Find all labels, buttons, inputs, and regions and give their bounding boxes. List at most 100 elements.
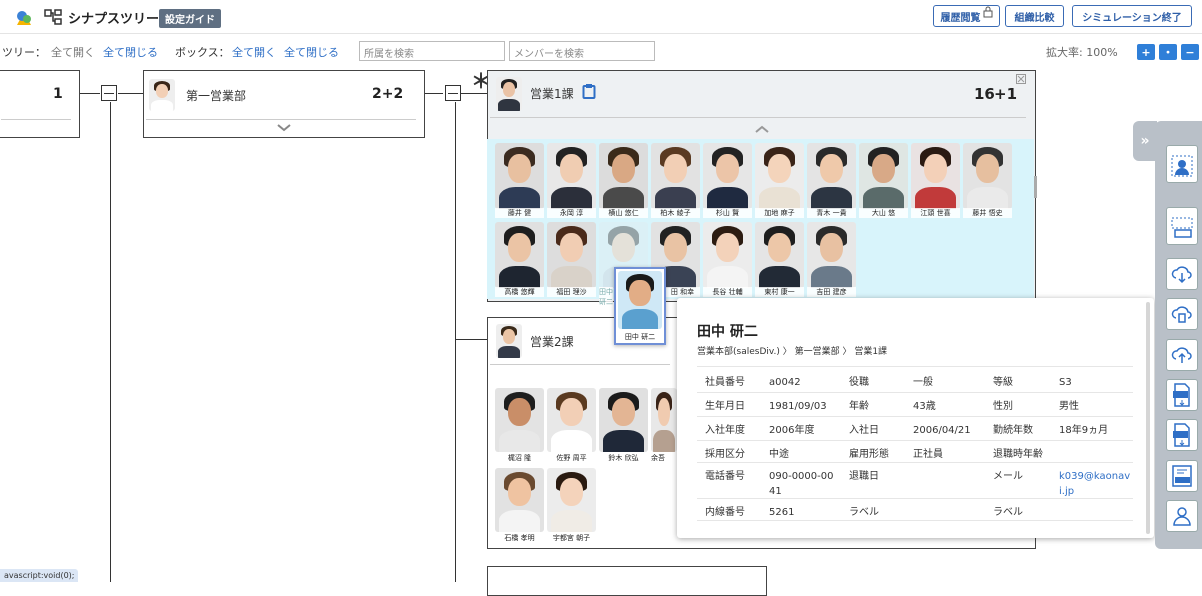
row-separator: [697, 498, 1133, 499]
dept-count: 2+2: [372, 86, 404, 102]
profile-field-value: S3: [1059, 377, 1072, 388]
box-open-all-link[interactable]: 全て開く: [232, 44, 276, 60]
row-separator: [697, 392, 1133, 393]
profile-field-label: 勤続年数: [993, 425, 1033, 436]
divider: [697, 366, 1133, 367]
profile-field-value[interactable]: k039@kaonav i.jp: [1059, 469, 1130, 499]
member-name: 田中 研二: [618, 332, 662, 342]
image-export-icon[interactable]: [1166, 419, 1198, 451]
member-search-input[interactable]: メンバーを検索: [509, 41, 655, 61]
member-photo[interactable]: [703, 222, 752, 288]
collapse-toggle[interactable]: [445, 85, 461, 101]
member-photo[interactable]: [599, 388, 648, 452]
profile-field-value: a0042: [769, 377, 801, 388]
profile-field-label: ラベル: [993, 507, 1023, 518]
member-name: 永岡 淳: [547, 208, 596, 218]
member-box-icon[interactable]: [1166, 145, 1198, 183]
csv-export-icon[interactable]: [1166, 379, 1198, 411]
cloud-delete-icon[interactable]: [1166, 298, 1198, 330]
member-photo[interactable]: [651, 388, 677, 452]
cloud-upload-icon[interactable]: [1166, 339, 1198, 371]
org-box-icon[interactable]: [1166, 207, 1198, 245]
member-photo[interactable]: [651, 143, 700, 209]
member-photo[interactable]: [807, 143, 856, 209]
divider: [146, 119, 416, 120]
zoom-in-button[interactable]: +: [1137, 44, 1155, 60]
member-photo: [618, 271, 662, 329]
profile-field-label: 生年月日: [705, 401, 745, 412]
member-photo[interactable]: [495, 143, 544, 209]
member-photo[interactable]: [755, 222, 804, 288]
profile-field-value: 1981/09/03: [769, 401, 827, 412]
zoom-out-button[interactable]: −: [1181, 44, 1199, 60]
section-box-next[interactable]: [487, 566, 767, 596]
dragging-member-card[interactable]: 田中 研二: [614, 267, 666, 345]
member-photo[interactable]: [547, 222, 596, 288]
profile-name: 田中 研二: [697, 324, 758, 340]
collapse-toggle[interactable]: [101, 85, 117, 101]
profile-field-label: メール: [993, 471, 1023, 482]
member-photo[interactable]: [755, 143, 804, 209]
member-name: 東村 康一: [755, 287, 804, 297]
tree-line: [455, 339, 487, 340]
dept-search-input[interactable]: 所属を検索: [359, 41, 505, 61]
chevron-up-icon[interactable]: [755, 125, 769, 133]
member-photo[interactable]: [495, 468, 544, 532]
member-photo[interactable]: [547, 143, 596, 209]
history-button[interactable]: 履歴閲覧: [933, 5, 1000, 27]
dept-box-dai1[interactable]: 第一営業部 2+2: [143, 70, 425, 138]
member-photo[interactable]: [859, 143, 908, 209]
popup-scrollbar[interactable]: [1146, 302, 1150, 534]
member-name: 高橋 悠輝: [495, 287, 544, 297]
member-name: 藤井 健: [495, 208, 544, 218]
member-photo[interactable]: [547, 468, 596, 532]
profile-field-label: 電話番号: [705, 471, 745, 482]
dept-name: 第一営業部: [186, 89, 247, 103]
profile-field-value: 中途: [769, 449, 789, 460]
member-name: 横山 悠仁: [599, 208, 648, 218]
close-icon[interactable]: [1016, 74, 1026, 84]
member-name: 加地 麻子: [755, 208, 804, 218]
profile-field-value: 正社員: [913, 449, 943, 460]
panel-collapse-tab[interactable]: »: [1133, 121, 1157, 161]
compare-button[interactable]: 組織比較: [1005, 5, 1064, 27]
profile-field-label: 性別: [993, 401, 1013, 412]
member-name: 石橋 孝明: [495, 533, 544, 543]
member-name: 田中 研二: [599, 287, 613, 307]
member-photo[interactable]: [547, 388, 596, 452]
member-photo[interactable]: [703, 143, 752, 209]
member-name: 余吾: [651, 453, 677, 463]
divider: [1, 119, 71, 120]
chevron-down-icon[interactable]: [277, 124, 291, 132]
box-close-all-link[interactable]: 全て閉じる: [284, 44, 339, 60]
member-photo[interactable]: [963, 143, 1012, 209]
zoom-level: 拡大率: 100%: [1046, 46, 1118, 59]
clipboard-icon[interactable]: [582, 83, 596, 99]
profile-field-value: 5261: [769, 507, 795, 518]
profile-field-value: 2006/04/21: [913, 425, 971, 436]
person-settings-icon[interactable]: [1166, 500, 1198, 532]
profile-field-label: ラベル: [849, 507, 879, 518]
member-photo[interactable]: [599, 143, 648, 209]
member-name: 青木 一貴: [807, 208, 856, 218]
grid-scrollbar[interactable]: [1034, 176, 1037, 198]
row-separator: [697, 440, 1133, 441]
root-org-box[interactable]: 1: [0, 70, 80, 138]
member-photo[interactable]: [495, 222, 544, 288]
member-name: 江頭 世喜: [911, 208, 960, 218]
row-separator: [697, 416, 1133, 417]
section-count-plus: +1: [994, 85, 1018, 103]
end-simulation-button[interactable]: シミュレーション終了: [1072, 5, 1192, 27]
tree-line: [455, 102, 456, 582]
tree-line: [80, 93, 100, 94]
cloud-download-icon[interactable]: [1166, 258, 1198, 290]
guide-badge[interactable]: 設定ガイド: [159, 9, 221, 28]
profile-field-value: 090-0000-00 41: [769, 471, 834, 497]
zoom-reset-button[interactable]: ・: [1159, 44, 1177, 60]
tree-close-all-link[interactable]: 全て閉じる: [103, 44, 158, 60]
template-icon[interactable]: [1166, 460, 1198, 492]
tree-open-all-link[interactable]: 全て開く: [51, 44, 95, 60]
member-photo[interactable]: [495, 388, 544, 452]
member-photo[interactable]: [911, 143, 960, 209]
member-photo[interactable]: [807, 222, 856, 288]
